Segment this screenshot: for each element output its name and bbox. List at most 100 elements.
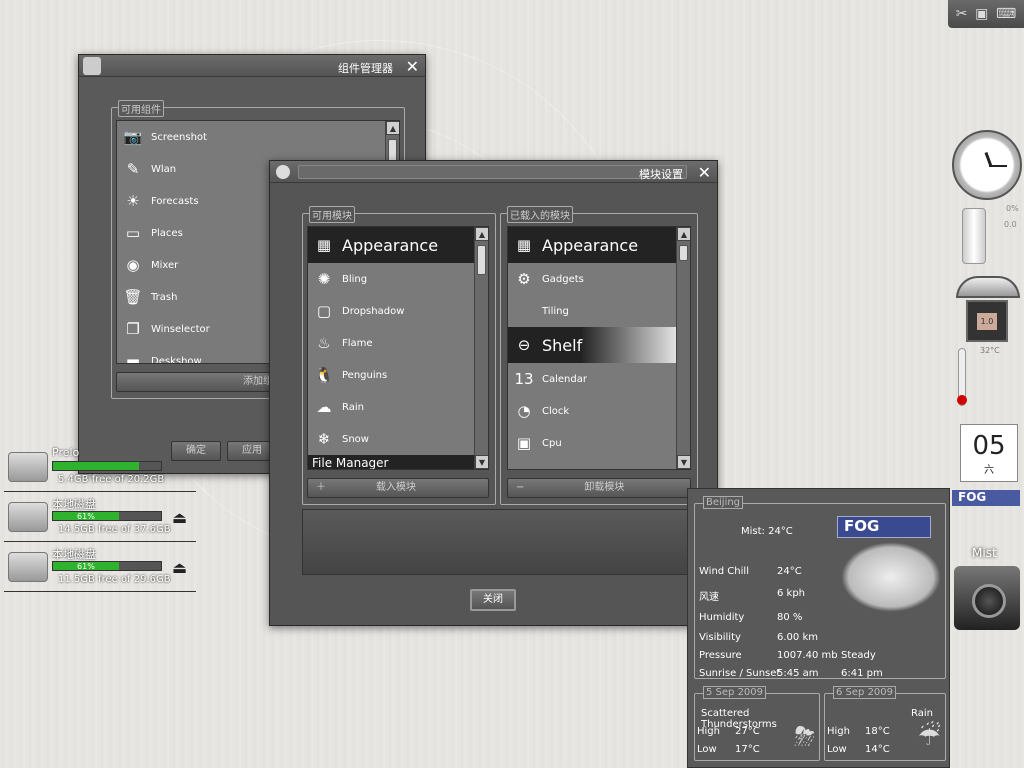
list-item[interactable]: 🐧 Penguins [308, 359, 488, 391]
forecast-low-label: Low [827, 744, 847, 755]
list-item[interactable]: ✺ Bling [308, 263, 488, 295]
calendar-gadget[interactable]: 05 六 [960, 424, 1018, 482]
drive-free-space: 11.5GB free of 29.6GB [58, 574, 171, 585]
forecast-high: 27°C [735, 726, 760, 737]
group-label: 可用组件 [118, 100, 164, 117]
gadget-manager-icon [83, 57, 101, 75]
item-label: Clock [542, 405, 570, 417]
snow-icon: ❄ [317, 430, 331, 448]
list-item[interactable]: ▢ Dropshadow [308, 295, 488, 327]
item-label: Dropshadow [342, 305, 405, 317]
item-label: Gadgets [542, 273, 584, 285]
list-item[interactable]: 13 Calendar [508, 363, 690, 395]
close-button[interactable]: 关闭 [470, 589, 516, 611]
shelf-icon: ⊖ [517, 336, 531, 354]
list-item[interactable]: ◔ Clock [508, 395, 690, 427]
clock-hand-minute [989, 165, 1007, 167]
wlan-icon: ✎ [126, 160, 140, 178]
category-header[interactable]: ⊖ Shelf [508, 327, 690, 363]
window-title: 模块设置 [639, 168, 683, 181]
item-label: Calendar [542, 373, 587, 385]
forecast-day: 6 Sep 2009 Rain High 18°C Low 14°C ☔ [824, 686, 946, 761]
memory-value: 0.0 [1004, 220, 1017, 229]
item-label: Deskshow [151, 355, 202, 364]
close-icon[interactable]: ✕ [406, 57, 419, 76]
scroll-up-arrow[interactable]: ▲ [677, 227, 690, 241]
item-label: Wlan [151, 163, 177, 175]
scrollbar[interactable]: ▲ ▼ [676, 227, 690, 469]
loaded-modules-group: 已载入的模块 ▦ Appearance ⚙ Gadgets Tiling ⊖ Shelf… [500, 206, 698, 505]
list-item[interactable]: ▣ Cpu [508, 427, 690, 459]
rain-icon: ☁ [316, 398, 332, 416]
list-item[interactable]: Tiling [508, 295, 690, 327]
calendar-icon: 13 [514, 370, 534, 388]
loaded-modules-list[interactable]: ▦ Appearance ⚙ Gadgets Tiling ⊖ Shelf 13 Cale… [507, 226, 691, 470]
unload-module-button[interactable]: − 卸载模块 [507, 478, 691, 498]
keyboard-icon[interactable]: ⌨ [996, 6, 1016, 22]
drive-usage-fill: 61% [53, 512, 119, 521]
window-title: 组件管理器 [338, 62, 393, 75]
thermometer-icon [957, 348, 967, 406]
clock-icon: ◔ [517, 402, 531, 420]
item-label: Cpu [542, 437, 562, 449]
forecast-date: 6 Sep 2009 [833, 686, 897, 699]
item-label: Tiling [542, 305, 569, 317]
item-label: Mixer [151, 259, 179, 271]
drive-usage-bar: 61% [52, 511, 162, 521]
drive-usage-bar [52, 461, 162, 471]
load-module-button[interactable]: ＋载入模块 [307, 478, 489, 498]
calendar-weekday: 六 [984, 465, 994, 476]
eject-icon[interactable]: ⏏ [172, 558, 187, 577]
weather-current-group: Beijing Mist: 24°C FOG Wind Chill 24°C 风速 6… [694, 496, 946, 679]
blank-icon [512, 299, 536, 323]
weather-gadget: Beijing Mist: 24°C FOG Wind Chill 24°C 风速 6… [687, 488, 950, 768]
eject-icon[interactable]: ⏏ [172, 508, 187, 527]
category-header[interactable]: File Manager [308, 455, 488, 469]
list-item[interactable]: 📷 Screenshot [117, 121, 399, 153]
list-item[interactable]: ❄ Snow [308, 423, 488, 455]
scroll-down-arrow[interactable]: ▼ [677, 455, 690, 469]
close-icon[interactable]: ✕ [698, 163, 711, 182]
item-label: Rain [342, 401, 364, 413]
item-label: Places [151, 227, 183, 239]
module-settings-titlebar[interactable]: 模块设置 ✕ [270, 161, 717, 183]
tools-icon[interactable]: ✂ [956, 6, 968, 22]
weather-row-extra: 6:41 pm [841, 668, 883, 679]
list-item[interactable]: ⚙ Gadgets [508, 263, 690, 295]
trash-icon: 🗑 [123, 288, 143, 306]
cpu-icon: ▣ [516, 434, 532, 452]
forecast-low-label: Low [697, 744, 717, 755]
category-header[interactable]: ▦ Appearance [308, 227, 488, 263]
drive-free-space: 14.5GB free of 37.6GB [58, 524, 171, 535]
hard-drive-icon [8, 502, 48, 532]
window-menu-icon[interactable] [276, 165, 290, 179]
list-item[interactable]: ♨ Flame [308, 327, 488, 359]
flame-icon: ♨ [317, 334, 331, 352]
list-item[interactable]: ☁ Rain [308, 391, 488, 423]
description-panel [302, 509, 702, 575]
scroll-thumb[interactable] [679, 245, 688, 261]
scroll-down-arrow[interactable]: ▼ [475, 455, 488, 469]
available-modules-list[interactable]: ▦ Appearance ✺ Bling ▢ Dropshadow ♨ Flame 🐧 Peng… [307, 226, 489, 470]
weather-row-value: 24°C [777, 566, 802, 577]
scroll-up-arrow[interactable]: ▲ [386, 121, 399, 135]
system-tray: ✂ ▣ ⌨ [948, 0, 1024, 28]
camera-icon[interactable] [954, 566, 1020, 630]
forecast-high-label: High [697, 726, 720, 737]
monitor-icon[interactable]: ▣ [975, 6, 988, 22]
scrollbar[interactable]: ▲ ▼ [474, 227, 488, 469]
available-modules-group: 可用模块 ▦ Appearance ✺ Bling ▢ Dropshadow ♨ Flame… [302, 206, 496, 505]
gadget-manager-titlebar[interactable]: 组件管理器 ✕ [79, 55, 425, 77]
drive-item[interactable]: Prelo 5.4GB free of 20.2GB [4, 444, 196, 492]
calendar-day: 05 [972, 431, 1006, 461]
scroll-up-arrow[interactable]: ▲ [475, 227, 488, 241]
drive-item[interactable]: 本地磁盘 61% 11.5GB free of 29.6GB ⏏ [4, 544, 196, 592]
clock-gadget[interactable] [952, 130, 1022, 200]
drive-item[interactable]: 本地磁盘 61% 14.5GB free of 37.6GB ⏏ [4, 494, 196, 542]
forecast-low: 17°C [735, 744, 760, 755]
scroll-thumb[interactable] [477, 245, 486, 275]
weather-city: Beijing [703, 496, 744, 509]
weather-row-label: Pressure [699, 650, 742, 661]
forecast-low: 14°C [865, 744, 890, 755]
category-header[interactable]: ▦ Appearance [508, 227, 690, 263]
